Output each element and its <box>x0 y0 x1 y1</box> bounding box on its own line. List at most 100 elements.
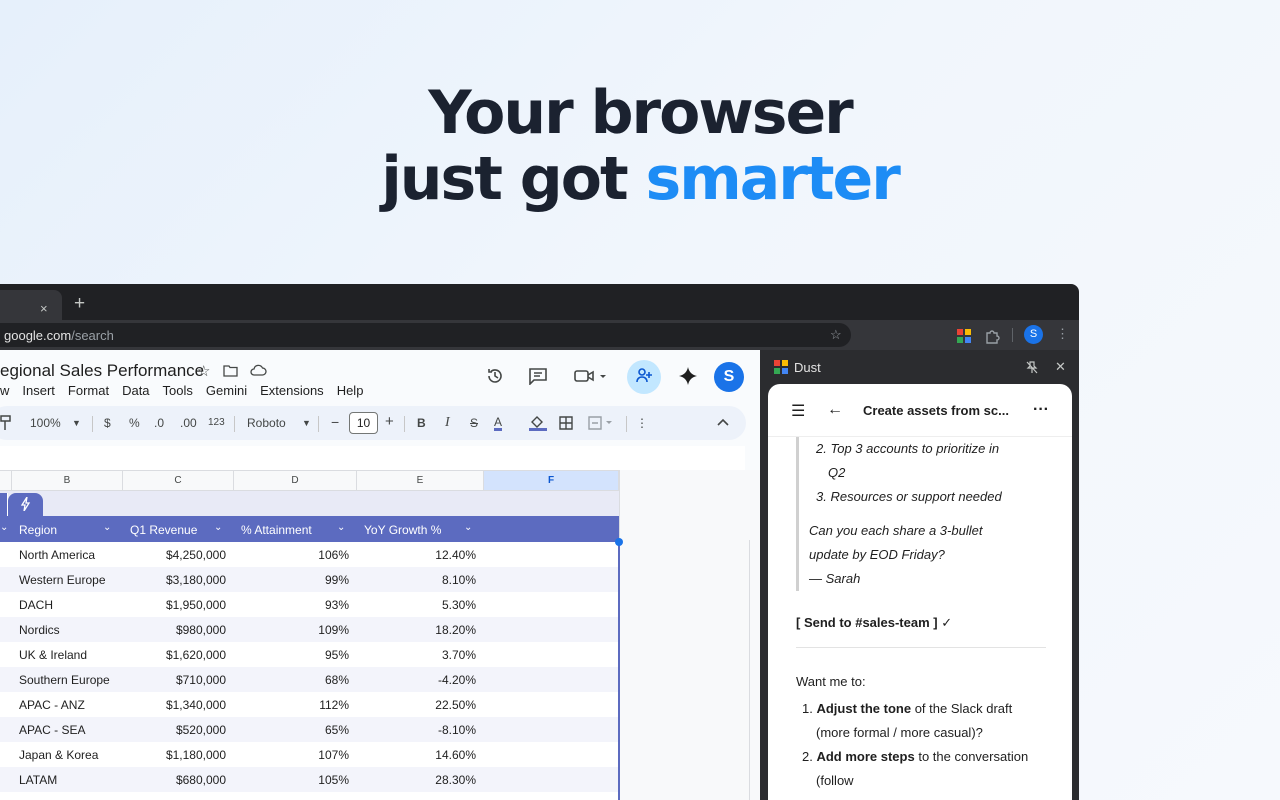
collapse-toolbar-icon[interactable] <box>717 418 729 426</box>
zoom-chevron-down-icon[interactable]: ▼ <box>72 418 81 428</box>
formula-bar[interactable] <box>0 446 745 470</box>
cell-revenue[interactable]: $1,620,000 <box>123 648 226 662</box>
chevron-down-icon[interactable]: ⌄ <box>0 522 8 533</box>
cell-attainment[interactable]: 99% <box>234 573 349 587</box>
font-family-select[interactable]: Roboto <box>247 416 286 430</box>
column-header-c[interactable]: C <box>123 470 234 491</box>
option-item-1[interactable]: 1. Adjust the tone of the Slack draft <box>802 697 1046 721</box>
fill-color-icon[interactable] <box>528 414 548 431</box>
font-size-input[interactable]: 10 <box>349 412 378 434</box>
cell-growth[interactable]: 5.30% <box>357 598 476 612</box>
zoom-select[interactable]: 100% <box>30 416 61 430</box>
table-row[interactable]: Southern Europe $710,000 68% -4.20% <box>0 667 619 692</box>
cell-region[interactable]: APAC - ANZ <box>19 698 85 712</box>
cell-attainment[interactable]: 68% <box>234 673 349 687</box>
borders-icon[interactable] <box>559 416 573 430</box>
merge-cells-icon[interactable] <box>588 416 614 430</box>
document-title[interactable]: egional Sales Performance <box>0 361 204 381</box>
more-options-icon[interactable]: ⋮ <box>636 416 648 430</box>
cell-region[interactable]: Japan & Korea <box>19 748 98 762</box>
cell-growth[interactable]: 22.50% <box>357 698 476 712</box>
dust-extension-icon[interactable] <box>956 328 972 344</box>
font-chevron-down-icon[interactable]: ▼ <box>302 418 311 428</box>
header-region[interactable]: Region <box>19 523 57 537</box>
table-row[interactable]: UK & Ireland $1,620,000 95% 3.70% <box>0 642 619 667</box>
increase-decimal-button[interactable]: .00 <box>180 416 197 430</box>
cell-attainment[interactable]: 112% <box>234 698 349 712</box>
cell-region[interactable]: Nordics <box>19 623 60 637</box>
cell-region[interactable]: UK & Ireland <box>19 648 87 662</box>
cell-attainment[interactable]: 95% <box>234 648 349 662</box>
decrease-font-size-icon[interactable]: − <box>331 414 339 430</box>
table-row[interactable]: APAC - ANZ $1,340,000 112% 22.50% <box>0 692 619 717</box>
cell-growth[interactable]: 3.70% <box>357 648 476 662</box>
cell-revenue[interactable]: $710,000 <box>123 673 226 687</box>
cloud-status-icon[interactable] <box>250 364 267 376</box>
chevron-down-icon[interactable]: ⌄ <box>464 522 472 533</box>
puzzle-extensions-icon[interactable] <box>984 328 1000 344</box>
menu-help[interactable]: Help <box>337 383 364 398</box>
column-header-d[interactable]: D <box>234 470 357 491</box>
new-tab-button[interactable]: + <box>74 293 85 315</box>
cell-growth[interactable]: 8.10% <box>357 573 476 587</box>
hamburger-menu-icon[interactable]: ☰ <box>791 401 805 421</box>
cell-revenue[interactable]: $520,000 <box>123 723 226 737</box>
cell-attainment[interactable]: 105% <box>234 773 349 787</box>
cell-revenue[interactable]: $1,340,000 <box>123 698 226 712</box>
currency-format-button[interactable]: $ <box>104 416 111 430</box>
cell-revenue[interactable]: $1,180,000 <box>123 748 226 762</box>
italic-icon[interactable]: I <box>445 415 450 431</box>
table-row[interactable]: APAC - SEA $520,000 65% -8.10% <box>0 717 619 742</box>
table-smart-chip[interactable] <box>8 493 43 516</box>
account-avatar[interactable]: S <box>714 362 744 392</box>
cell-region[interactable]: APAC - SEA <box>19 723 85 737</box>
menu-insert[interactable]: Insert <box>22 383 55 398</box>
column-header-b[interactable]: B <box>12 470 123 491</box>
selection-handle[interactable] <box>615 538 623 546</box>
chevron-down-icon[interactable]: ⌄ <box>337 522 345 533</box>
decrease-decimal-button[interactable]: .0 <box>154 416 164 430</box>
cell-growth[interactable]: 12.40% <box>357 548 476 562</box>
cell-revenue[interactable]: $4,250,000 <box>123 548 226 562</box>
percent-format-button[interactable]: % <box>129 416 140 430</box>
cell-growth[interactable]: 18.20% <box>357 623 476 637</box>
cell-region[interactable]: North America <box>19 548 95 562</box>
cell-region[interactable]: DACH <box>19 598 53 612</box>
cell-growth[interactable]: -4.20% <box>357 673 476 687</box>
cell-growth[interactable]: 28.30% <box>357 773 476 787</box>
cell-region[interactable]: Western Europe <box>19 573 106 587</box>
increase-font-size-icon[interactable]: + <box>385 413 394 430</box>
cell-attainment[interactable]: 93% <box>234 598 349 612</box>
chevron-down-icon[interactable]: ⌄ <box>103 522 111 533</box>
browser-menu-icon[interactable]: ⋮ <box>1056 326 1069 342</box>
table-row[interactable]: DACH $1,950,000 93% 5.30% <box>0 592 619 617</box>
gemini-sparkle-icon[interactable] <box>678 366 698 386</box>
header-yoy-growth[interactable]: YoY Growth % <box>364 523 441 537</box>
table-row[interactable]: Japan & Korea $1,180,000 107% 14.60% <box>0 742 619 767</box>
table-row[interactable]: Nordics $980,000 109% 18.20% <box>0 617 619 642</box>
cell-revenue[interactable]: $3,180,000 <box>123 573 226 587</box>
menu-format[interactable]: Format <box>68 383 109 398</box>
menu-data[interactable]: Data <box>122 383 149 398</box>
cell-growth[interactable]: -8.10% <box>357 723 476 737</box>
cell-growth[interactable]: 14.60% <box>357 748 476 762</box>
meet-video-icon[interactable] <box>574 369 606 383</box>
send-action-line[interactable]: [ Send to #sales-team ] ✓ <box>796 611 1046 635</box>
back-arrow-icon[interactable]: ← <box>827 401 843 419</box>
comments-icon[interactable] <box>528 367 548 385</box>
cell-revenue[interactable]: $1,950,000 <box>123 598 226 612</box>
send-to-channel-action[interactable]: [ Send to #sales-team ] <box>796 615 938 630</box>
cell-revenue[interactable]: $980,000 <box>123 623 226 637</box>
move-folder-icon[interactable] <box>223 364 238 377</box>
header-attainment[interactable]: % Attainment <box>241 523 312 537</box>
browser-profile-avatar[interactable]: S <box>1024 325 1043 344</box>
unpin-icon[interactable] <box>1026 361 1038 374</box>
close-panel-icon[interactable]: ✕ <box>1055 359 1066 375</box>
text-color-icon[interactable]: A <box>494 416 503 431</box>
cell-revenue[interactable]: $680,000 <box>123 773 226 787</box>
column-header-f[interactable]: F <box>484 470 619 491</box>
column-header-a[interactable] <box>0 470 12 491</box>
share-button[interactable] <box>627 360 661 394</box>
number-format-button[interactable]: 123 <box>208 417 225 428</box>
cell-attainment[interactable]: 109% <box>234 623 349 637</box>
